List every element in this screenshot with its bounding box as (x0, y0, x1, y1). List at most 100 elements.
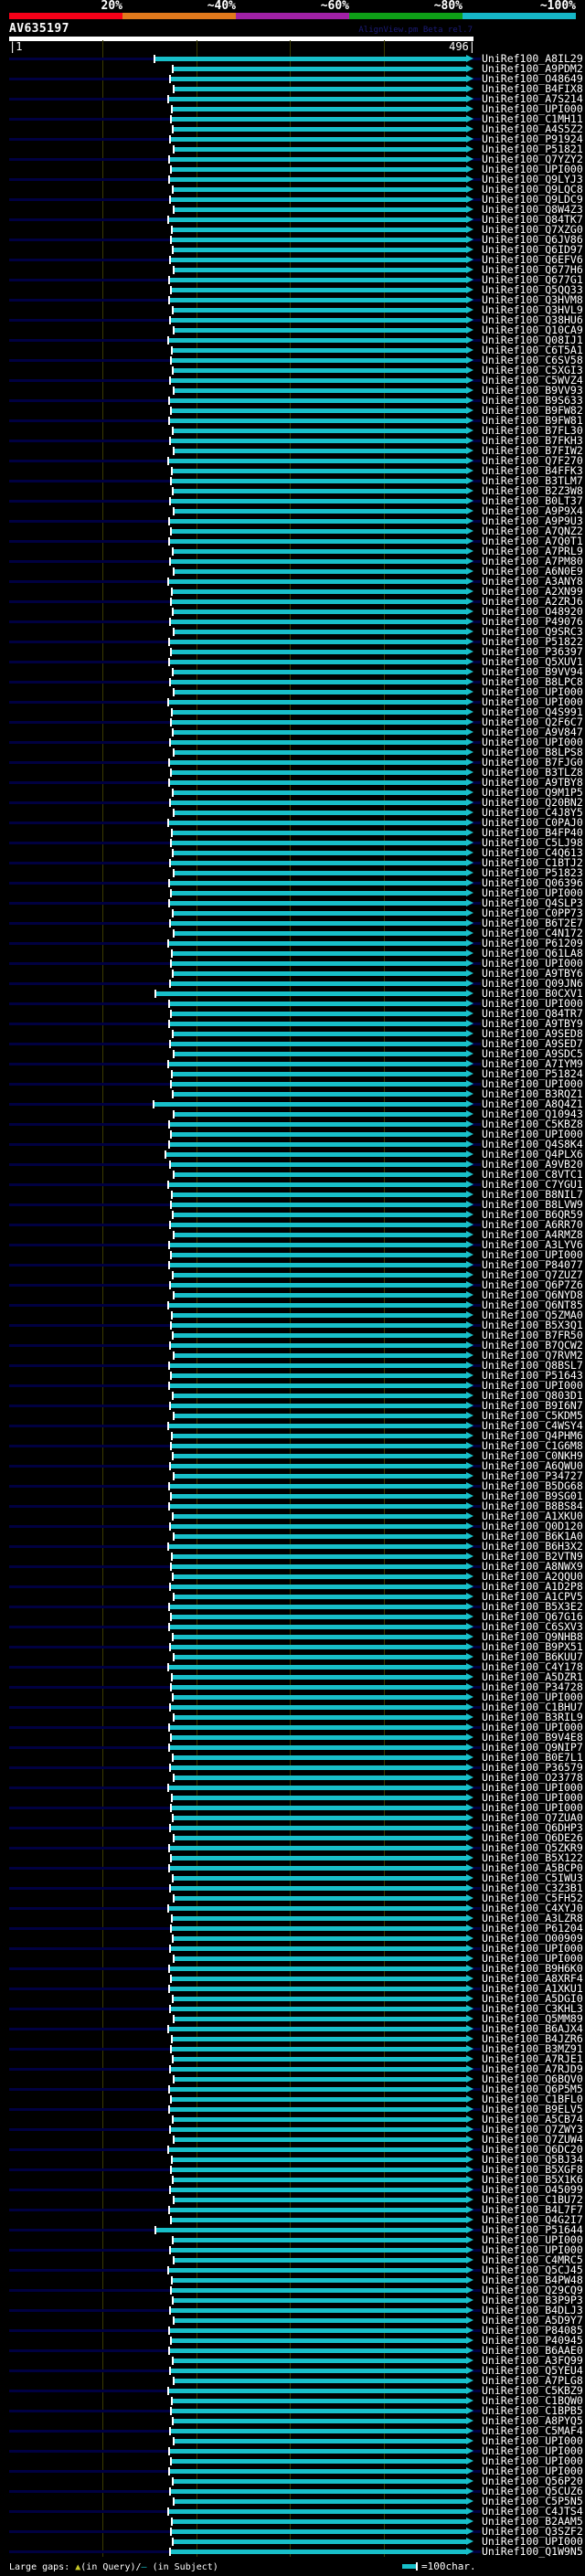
alignment-arrow-icon (466, 578, 473, 585)
alignment-arrow-icon (466, 1412, 473, 1419)
alignment-arrow-icon (466, 1894, 473, 1902)
alignment-start-tick (172, 2538, 174, 2546)
alignment-arrow-icon (466, 65, 473, 72)
alignment-bar (174, 569, 466, 574)
alignment-bar (173, 1936, 466, 1941)
alignment-arrow-icon (466, 1965, 473, 1972)
alignment-bar (173, 971, 466, 976)
alignment-bar (169, 780, 466, 785)
alignment-bar (174, 1112, 466, 1117)
alignment-arrow-icon (466, 236, 473, 243)
alignment-bar (171, 1203, 466, 1207)
alignment-arrow-icon (466, 2065, 473, 2072)
alignment-start-tick (167, 1301, 169, 1309)
alignment-start-tick (170, 2166, 172, 2174)
alignment-arrow-icon (466, 758, 473, 766)
alignment-start-tick (172, 2417, 174, 2425)
alignment-arrow-icon (466, 1723, 473, 1731)
alignment-bar (169, 2208, 466, 2212)
alignment-bar (170, 1162, 466, 1167)
alignment-start-tick (170, 115, 172, 123)
alignment-bar (173, 1635, 466, 1639)
alignment-start-tick (168, 517, 170, 525)
alignment-start-tick (172, 1633, 174, 1641)
alignment-start-tick (169, 1161, 171, 1169)
alignment-start-tick (168, 1864, 170, 1872)
alignment-bar (171, 479, 466, 483)
alignment-arrow-icon (466, 1623, 473, 1630)
alignment-arrow-icon (466, 1080, 473, 1087)
large-gaps-label: Large gaps: (9, 2562, 76, 2572)
alignment-start-tick (168, 1140, 170, 1149)
alignment-bar (174, 2379, 466, 2383)
alignment-arrow-icon (466, 2105, 473, 2113)
alignment-start-tick (173, 628, 175, 636)
alignment-bar (154, 57, 466, 61)
alignment-start-tick (170, 1563, 172, 1571)
alignment-start-tick (170, 1080, 172, 1088)
alignment-start-tick (167, 2387, 169, 2395)
alignment-start-tick (168, 1000, 170, 1008)
alignment-arrow-icon (466, 256, 473, 263)
alignment-arrow-icon (466, 1512, 473, 1520)
alignment-arrow-icon (466, 2186, 473, 2193)
alignment-start-tick (172, 427, 174, 435)
alignment-bar (170, 1705, 466, 1710)
alignment-start-tick (169, 2125, 171, 2134)
alignment-arrow-icon (466, 2146, 473, 2153)
alignment-arrow-icon (466, 1221, 473, 1228)
alignment-bar (171, 408, 466, 413)
identity-scale-label: ~80% (433, 0, 463, 13)
alignment-arrow-icon (466, 779, 473, 786)
alignment-bar (172, 1193, 466, 1197)
alignment-arrow-icon (466, 2437, 473, 2444)
alignment-start-tick (173, 2015, 175, 2023)
alignment-bar (169, 2328, 466, 2333)
alignment-arrow-icon (466, 1140, 473, 1148)
alignment-bar (173, 308, 466, 313)
alignment-start-tick (168, 658, 170, 666)
alignment-arrow-icon (466, 2397, 473, 2404)
alignment-arrow-icon (466, 1924, 473, 1932)
alignment-arrow-icon (466, 2507, 473, 2515)
alignment-arrow-icon (466, 2497, 473, 2505)
alignment-start-tick (169, 2065, 171, 2073)
alignment-arrow-icon (466, 1442, 473, 1449)
alignment-bar (170, 2489, 466, 2494)
alignment-arrow-icon (466, 567, 473, 575)
alignment-arrow-icon (466, 2035, 473, 2042)
alignment-bar (172, 1554, 466, 1559)
alignment-bar (174, 1655, 466, 1659)
alignment-start-tick (167, 698, 169, 706)
alignment-start-tick (168, 879, 170, 887)
alignment-bar (174, 388, 466, 393)
alignment-start-tick (173, 2437, 175, 2445)
alignment-bar (171, 1132, 466, 1137)
alignment-start-tick (167, 216, 169, 224)
identity-scale-label: ~100% (539, 0, 576, 13)
alignment-bar (168, 700, 466, 705)
alignment-arrow-icon (466, 1693, 473, 1701)
alignment-bar (170, 378, 466, 383)
alignment-start-tick (170, 1442, 172, 1450)
alignment-arrow-icon (466, 1663, 473, 1670)
alignment-start-tick (172, 789, 174, 797)
alignment-arrow-icon (466, 1100, 473, 1108)
alignment-arrow-icon (466, 1804, 473, 1811)
alignment-bar (170, 921, 466, 926)
alignment-start-tick (170, 839, 172, 847)
alignment-bar (155, 991, 466, 996)
alignment-start-tick (172, 909, 174, 917)
identity-scale-label: 20% (101, 0, 122, 13)
alignment-bar (170, 861, 466, 865)
alignment-bar (169, 1243, 466, 1247)
alignment-arrow-icon (466, 929, 473, 937)
alignment-arrow-icon (466, 1774, 473, 1781)
alignment-start-tick (172, 608, 174, 616)
alignment-start-tick (170, 718, 172, 726)
alignment-arrow-icon (466, 326, 473, 334)
alignment-bar (173, 1997, 466, 2001)
alignment-start-tick (169, 1703, 171, 1712)
alignment-bar (173, 2479, 466, 2484)
alignment-bar (170, 1645, 466, 1649)
